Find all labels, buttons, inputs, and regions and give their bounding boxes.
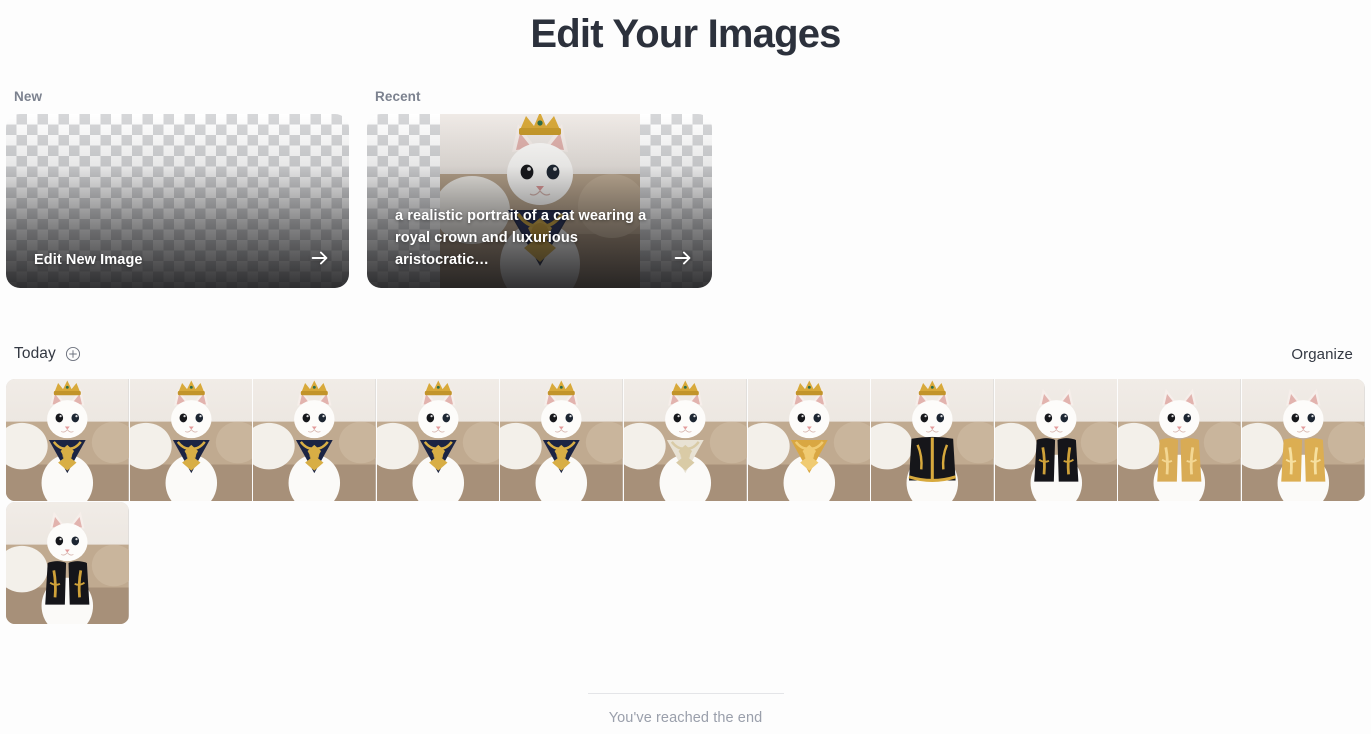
gallery-thumbnail[interactable] bbox=[6, 379, 129, 501]
gallery-thumbnail[interactable] bbox=[6, 502, 129, 624]
gallery-section-left: Today bbox=[14, 345, 81, 363]
end-of-list-text: You've reached the end bbox=[608, 710, 763, 726]
arrow-right-icon bbox=[674, 251, 691, 265]
page-root: Edit Your Images New Edit New Image Rece… bbox=[0, 0, 1371, 734]
gallery-thumbnail[interactable] bbox=[376, 379, 500, 501]
recent-card-footer: a realistic portrait of a cat wearing a … bbox=[367, 205, 712, 288]
gallery-thumbnail[interactable] bbox=[129, 379, 253, 501]
recent-card-label: Recent bbox=[375, 89, 421, 104]
plus-circle-icon[interactable] bbox=[65, 346, 81, 362]
gallery-thumbnail[interactable] bbox=[253, 379, 376, 501]
featured-cards-row: New Edit New Image Recent a realistic po… bbox=[0, 89, 1371, 288]
gallery-thumbnail[interactable] bbox=[994, 379, 1118, 501]
footer-divider bbox=[587, 693, 784, 694]
arrow-right-icon bbox=[311, 251, 328, 265]
image-thumbnail-grid bbox=[0, 379, 1365, 624]
gallery-section-title: Today bbox=[14, 345, 56, 362]
recent-prompt-text: a realistic portrait of a cat wearing a … bbox=[395, 208, 647, 268]
gallery-thumbnail[interactable] bbox=[871, 379, 994, 501]
recent-card-block: Recent a realistic portrait of a cat wea… bbox=[367, 89, 712, 288]
organize-button[interactable]: Organize bbox=[1291, 346, 1353, 363]
new-card-footer: Edit New Image bbox=[6, 247, 349, 288]
gallery-thumbnail[interactable] bbox=[623, 379, 747, 501]
gallery-section-header: Today Organize bbox=[0, 342, 1371, 366]
gallery-thumbnail[interactable] bbox=[747, 379, 871, 501]
edit-new-image-label: Edit New Image bbox=[34, 252, 143, 268]
gallery-thumbnail[interactable] bbox=[1241, 379, 1365, 501]
end-of-list-footer: You've reached the end bbox=[0, 693, 1371, 726]
edit-new-image-card[interactable]: Edit New Image bbox=[6, 114, 349, 288]
new-card-label: New bbox=[14, 89, 43, 104]
page-title: Edit Your Images bbox=[530, 12, 841, 56]
new-card-block: New Edit New Image bbox=[6, 89, 349, 288]
gallery-thumbnail[interactable] bbox=[500, 379, 623, 501]
gallery-thumbnail[interactable] bbox=[1118, 379, 1241, 501]
recent-image-card[interactable]: a realistic portrait of a cat wearing a … bbox=[367, 114, 712, 288]
